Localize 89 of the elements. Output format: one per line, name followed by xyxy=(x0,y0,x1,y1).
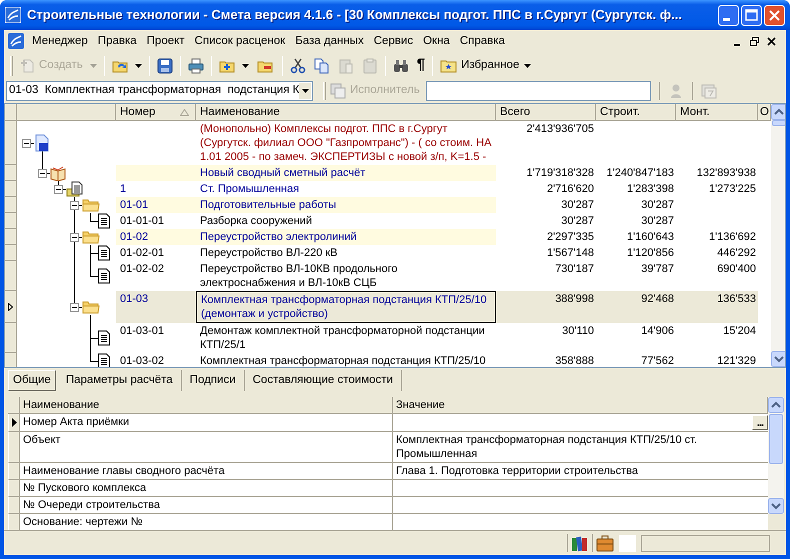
document-plus-icon xyxy=(20,58,36,74)
clipboard-icon xyxy=(362,58,378,74)
row-number: 01-01 xyxy=(116,197,196,213)
folder-icon xyxy=(82,299,100,315)
caret-icon xyxy=(524,64,532,68)
menu-item[interactable]: Правка xyxy=(92,32,142,50)
document-icon xyxy=(34,134,50,152)
row-name[interactable]: Новый сводный сметный расчёт xyxy=(196,165,496,181)
status-panel xyxy=(619,534,636,552)
collapse-button[interactable] xyxy=(38,169,47,178)
amount-cell: 136'533 xyxy=(676,291,758,323)
property-name: № Очереди строительства xyxy=(20,497,393,514)
tab[interactable]: Составляющие стоимости xyxy=(244,370,402,391)
executor-field[interactable] xyxy=(426,81,651,101)
row-header[interactable] xyxy=(8,414,20,432)
binoculars-icon xyxy=(392,58,409,74)
folder-icon xyxy=(82,197,100,213)
folder-star-icon xyxy=(440,58,458,74)
close-icon[interactable] xyxy=(767,36,776,46)
scroll-down-button[interactable] xyxy=(768,498,784,514)
copy-icon xyxy=(314,58,330,74)
document-stack-icon xyxy=(66,181,84,197)
chapter-select[interactable]: 01-03 Комплектная трансформаторная подстанция К xyxy=(6,81,313,101)
ellipsis-button[interactable]: ... xyxy=(752,415,768,430)
row-pointer-icon xyxy=(12,418,16,427)
clipboard-icon xyxy=(338,58,354,74)
property-name: № Пускового комплекса xyxy=(20,480,393,497)
row-name[interactable]: Комплектная трансформаторная подстанция КТП/25/10 (демонтаж и устройство) xyxy=(196,291,496,323)
amount-cell: 92'468 xyxy=(596,291,676,323)
table-cell[interactable] xyxy=(393,480,768,497)
minimize-button[interactable] xyxy=(718,4,739,26)
tab[interactable]: Параметры расчёта xyxy=(58,370,182,391)
tab[interactable]: Подписи xyxy=(182,370,245,391)
collapse-button[interactable] xyxy=(22,139,31,148)
property-name: Наименование главы сводного расчёта xyxy=(20,463,393,480)
executor-label: Исполнитель xyxy=(350,83,420,98)
collapse-button[interactable] xyxy=(70,233,79,242)
menu-item[interactable]: Менеджер xyxy=(27,32,93,50)
scissors-icon xyxy=(290,58,306,74)
caret-icon xyxy=(302,89,309,93)
collapse-button[interactable] xyxy=(54,185,63,194)
scroll-down-button[interactable] xyxy=(771,351,785,367)
collapse-button[interactable] xyxy=(70,201,79,210)
scroll-thumb[interactable] xyxy=(769,414,783,464)
row-number: 01-02 xyxy=(116,229,196,245)
restore-icon[interactable] xyxy=(750,36,759,46)
sort-arrow-icon xyxy=(180,108,189,116)
row-number: 01-03 xyxy=(116,291,196,323)
property-name: Объект xyxy=(20,432,393,463)
caret-icon xyxy=(134,64,142,68)
briefcase-icon[interactable] xyxy=(596,534,614,552)
window-title: Строительные технологии - Смета версия 4.1.6 - [30 Комплексы подгот. ППС в г.Сургут (Сургутск. ф... xyxy=(26,6,683,24)
property-value[interactable]: Комплектная трансформаторная подстанция КТП/25/10 ст. Промышленная xyxy=(393,432,768,463)
close-button[interactable] xyxy=(764,4,785,26)
amount-cell: 388'998 xyxy=(496,291,596,323)
row-name[interactable]: Подготовительные работы xyxy=(196,197,496,213)
scroll-thumb[interactable] xyxy=(772,120,785,126)
menu-item[interactable]: База данных xyxy=(290,32,369,50)
menu-item[interactable]: Сервис xyxy=(368,32,418,50)
caret-icon xyxy=(242,64,249,68)
table-cell[interactable] xyxy=(393,514,768,531)
menu-item[interactable]: Список расценок xyxy=(190,32,290,50)
maximize-button[interactable] xyxy=(741,4,762,26)
favorites-button[interactable]: Избранное xyxy=(437,54,534,76)
scroll-up-button[interactable] xyxy=(768,397,784,413)
app-icon xyxy=(5,7,21,23)
table-cell[interactable] xyxy=(393,497,768,514)
books-icon[interactable] xyxy=(571,534,589,552)
tab[interactable]: Общие xyxy=(8,370,56,391)
scrollbar[interactable] xyxy=(771,104,785,367)
menu-item[interactable]: Окна xyxy=(418,32,455,50)
book-icon xyxy=(50,165,66,181)
scroll-up-button[interactable] xyxy=(771,104,785,120)
scrollbar[interactable] xyxy=(768,397,784,514)
row-name[interactable]: Переустройство электролиний xyxy=(196,229,496,245)
app-icon[interactable] xyxy=(8,33,24,49)
pages-icon xyxy=(330,83,346,99)
menu-item[interactable]: Справка xyxy=(454,32,510,50)
property-value[interactable]: Глава 1. Подготовка территории строительства xyxy=(393,463,768,480)
row-header[interactable] xyxy=(5,291,17,323)
menu-item[interactable]: Проект xyxy=(142,32,190,50)
collapse-button[interactable] xyxy=(70,303,79,312)
property-name: Основание: чертежи № xyxy=(20,514,393,531)
folder-icon xyxy=(82,229,100,245)
property-name: Номер Акта приёмки xyxy=(20,414,393,432)
printer-icon xyxy=(188,58,204,74)
caret-icon xyxy=(90,64,97,68)
pilcrow-button[interactable]: ¶ xyxy=(414,54,428,76)
table-cell[interactable]: ... xyxy=(393,414,768,432)
